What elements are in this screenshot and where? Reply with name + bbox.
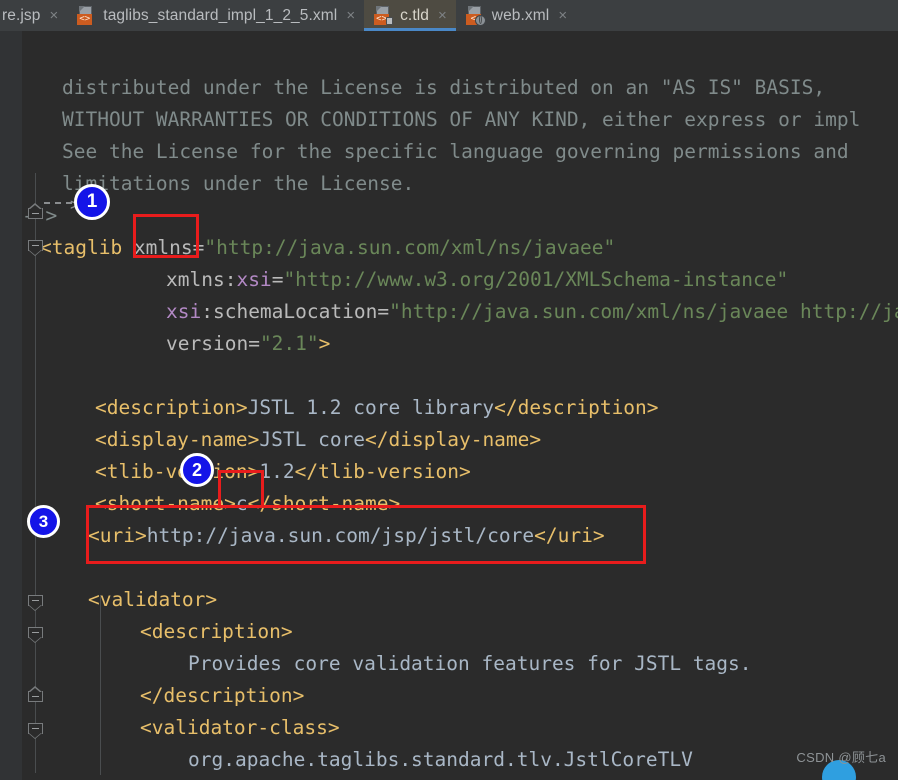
editor-tab-taglibs-standard-impl-1-2-5-xml[interactable]: <> taglibs_standard_impl_1_2_5.xml × <box>67 0 364 31</box>
close-icon[interactable]: × <box>344 8 355 23</box>
code-token: <short-name> <box>95 492 236 515</box>
code-token: = <box>377 300 390 323</box>
code-token: </display-name> <box>365 428 542 451</box>
code-token: = <box>271 268 284 291</box>
code-token: <validator-class> <box>140 716 340 739</box>
code-token: = <box>192 236 205 259</box>
fold-collapse-icon[interactable] <box>28 723 43 739</box>
code-token: limitations under the License. <box>62 172 415 195</box>
code-token: <taglib <box>40 236 134 259</box>
editor-tab-web-xml[interactable]: < web.xml × <box>456 0 576 31</box>
code-token: <validator> <box>88 588 218 611</box>
code-line[interactable]: Provides core validation features for JS… <box>0 648 752 680</box>
web-xml-file-icon: < <box>465 6 486 26</box>
fold-collapse-icon[interactable] <box>28 595 43 611</box>
code-token: Provides core validation features for JS… <box>188 652 752 675</box>
code-token: xsi <box>236 268 272 291</box>
fold-collapse-icon[interactable] <box>28 240 43 256</box>
code-line[interactable]: <tlib-version>1.2</tlib-version> <box>0 456 471 488</box>
editor-tab-label: re.jsp <box>2 6 41 24</box>
code-token: "http://java.sun.com/xml/ns/javaee http:… <box>389 300 898 323</box>
code-token: org.apache.taglibs.standard.tlv.JstlCore… <box>188 748 693 771</box>
code-token: version <box>166 332 249 355</box>
annotation-badge-1: 1 <box>74 184 110 220</box>
code-token: See the License for the specific languag… <box>62 140 849 163</box>
fold-expand-icon[interactable] <box>28 686 43 706</box>
lock-icon <box>386 17 394 25</box>
code-token: <tlib-version> <box>95 460 260 483</box>
code-token: "2.1" <box>259 332 319 355</box>
code-line[interactable]: <validator-class> <box>0 712 340 744</box>
code-line[interactable]: WITHOUT WARRANTIES OR CONDITIONS OF ANY … <box>0 104 860 136</box>
code-line[interactable]: limitations under the License. <box>0 168 414 200</box>
code-line[interactable]: version="2.1"> <box>0 328 330 360</box>
code-line[interactable]: See the License for the specific languag… <box>0 136 849 168</box>
code-token: </short-name> <box>247 492 401 515</box>
editor-tab-bar: re.jsp × <> taglibs_standard_impl_1_2_5.xml… <box>0 0 898 31</box>
code-line[interactable]: <description>JSTL 1.2 core library</desc… <box>0 392 659 424</box>
code-token: distributed under the License is distrib… <box>62 76 826 99</box>
close-icon[interactable]: × <box>436 8 447 23</box>
code-line[interactable]: <display-name>JSTL core</display-name> <box>0 424 541 456</box>
code-line[interactable]: xsi:schemaLocation="http://java.sun.com/… <box>0 296 898 328</box>
code-token: = <box>248 332 260 355</box>
editor-tab-label: taglibs_standard_impl_1_2_5.xml <box>103 6 338 24</box>
code-line[interactable]: org.apache.taglibs.standard.tlv.JstlCore… <box>0 744 693 776</box>
editor-tab-label: web.xml <box>491 6 550 24</box>
code-line[interactable]: <short-name>c</short-name> <box>0 488 400 520</box>
code-token: </uri> <box>534 524 605 547</box>
code-token: <display-name> <box>95 428 260 451</box>
code-token: xsi <box>166 300 202 323</box>
watermark-label: CSDN @顾七a <box>796 750 886 765</box>
code-token: c <box>235 492 248 515</box>
code-token: <description> <box>140 620 293 643</box>
code-token: JSTL core <box>259 428 366 451</box>
code-token: </description> <box>140 684 305 707</box>
editor-tab-label: c.tld <box>400 6 430 24</box>
code-token: http://java.sun.com/jsp/jstl/core <box>146 524 535 547</box>
code-token: 1.2 <box>259 460 295 483</box>
code-line[interactable]: <description> <box>0 616 293 648</box>
code-token: "http://java.sun.com/xml/ns/javaee" <box>204 236 616 259</box>
code-token: </tlib-version> <box>294 460 471 483</box>
code-token: <uri> <box>88 524 147 547</box>
xml-file-icon: <> <box>77 6 96 25</box>
fold-collapse-icon[interactable] <box>28 627 43 643</box>
code-line[interactable]: distributed under the License is distrib… <box>0 72 825 104</box>
code-content[interactable]: distributed under the License is distrib… <box>0 31 898 780</box>
code-token: xmlns <box>166 268 225 291</box>
code-token: </description> <box>494 396 659 419</box>
code-token: "http://www.w3.org/2001/XMLSchema-instan… <box>283 268 789 291</box>
fold-expand-icon[interactable] <box>28 203 43 223</box>
code-editor[interactable]: > distributed under the License is distr… <box>0 31 898 780</box>
code-line[interactable]: </description> <box>0 680 304 712</box>
code-token: : <box>224 268 237 291</box>
code-token: JSTL 1.2 core library <box>247 396 495 419</box>
code-line[interactable]: </validator-class> <box>0 776 351 780</box>
code-line[interactable]: <taglib xmlns="http://java.sun.com/xml/n… <box>0 232 615 264</box>
code-line[interactable]: xmlns:xsi="http://www.w3.org/2001/XMLSch… <box>0 264 788 296</box>
code-token: :schemaLocation <box>201 300 378 323</box>
code-line[interactable]: <uri>http://java.sun.com/jsp/jstl/core</… <box>0 520 605 552</box>
code-token: WITHOUT WARRANTIES OR CONDITIONS OF ANY … <box>62 108 861 131</box>
editor-tab-c-tld[interactable]: <> c.tld × <box>364 0 456 31</box>
tld-file-icon-locked: <> <box>374 6 394 25</box>
code-token: xmlns <box>133 236 193 259</box>
code-token: > <box>318 332 331 355</box>
globe-icon <box>474 15 486 26</box>
close-icon[interactable]: × <box>556 8 567 23</box>
editor-tab-re-jsp[interactable]: re.jsp × <box>0 0 67 31</box>
annotation-badge-3: 3 <box>27 505 60 538</box>
close-icon[interactable]: × <box>48 8 59 23</box>
code-token: <description> <box>95 396 248 419</box>
annotation-badge-2: 2 <box>180 453 214 487</box>
